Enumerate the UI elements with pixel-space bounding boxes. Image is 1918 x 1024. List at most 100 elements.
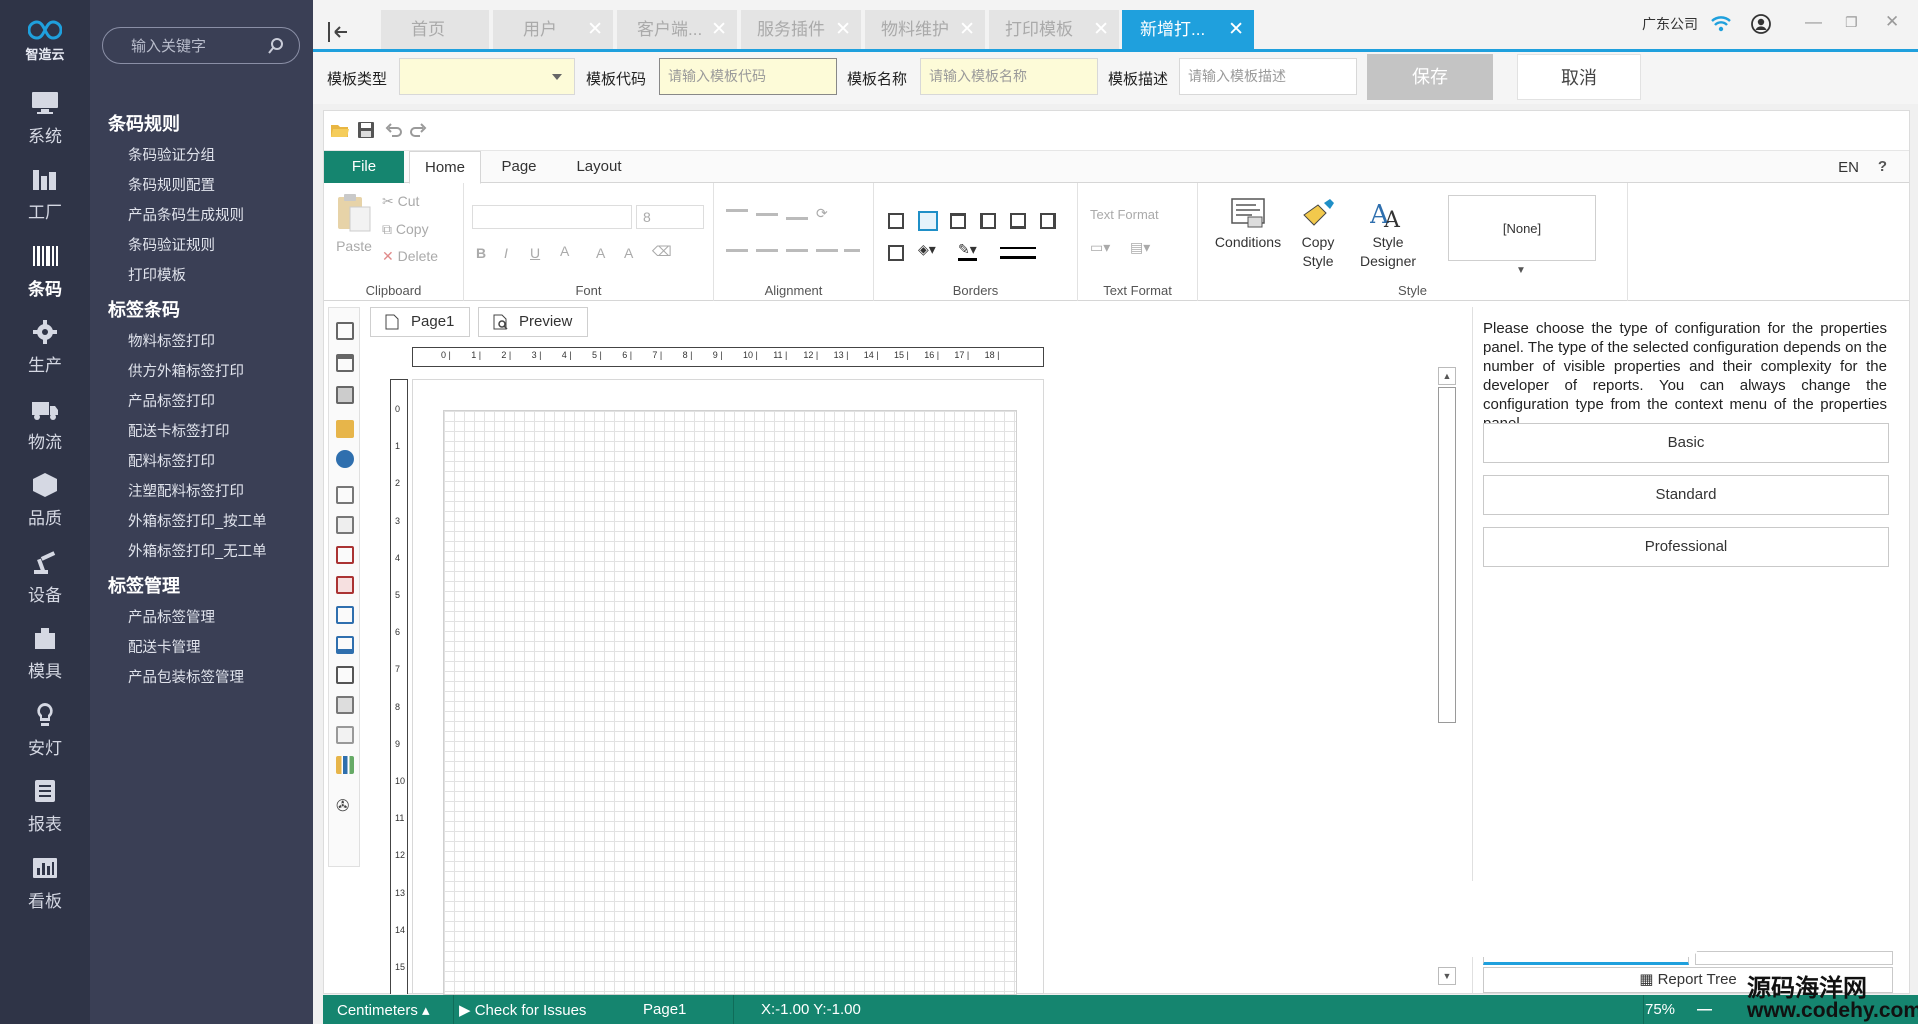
standard-config-button[interactable]: Standard (1483, 475, 1889, 515)
gallery-more-icon[interactable]: ▼ (1516, 265, 1526, 276)
copy-style-button[interactable]: Copy Style (1290, 197, 1346, 271)
border-top-icon[interactable] (950, 213, 966, 229)
template-code-input[interactable]: 请输入模板代码 (659, 58, 837, 95)
tab-client[interactable]: 客户端... ✕ (617, 10, 737, 49)
save-button[interactable]: 保存 (1367, 54, 1493, 100)
dictionary-tab[interactable] (1695, 951, 1893, 965)
rail-item-quality[interactable]: 品质 (0, 463, 90, 540)
rail-item-equipment[interactable]: 设备 (0, 539, 90, 616)
menu-item[interactable]: 产品条码生成规则 (90, 201, 313, 231)
collapse-sidebar-icon[interactable] (327, 22, 351, 42)
image-icon[interactable] (336, 726, 354, 744)
paste-button[interactable]: Paste (332, 193, 376, 256)
ribbon-tab-file[interactable]: File (324, 151, 404, 183)
border-bottom-icon[interactable] (1010, 213, 1026, 229)
font-family-select[interactable] (472, 205, 632, 229)
ribbon-tab-home[interactable]: Home (409, 151, 481, 184)
word-wrap-icon[interactable] (844, 249, 860, 252)
menu-item[interactable]: 配料标签打印 (90, 447, 313, 477)
scroll-up-icon[interactable]: ▲ (1438, 367, 1456, 385)
barcode-component-icon[interactable] (336, 696, 354, 714)
close-icon[interactable]: ✕ (711, 10, 727, 49)
copy-button[interactable]: ⧉ Copy (382, 221, 429, 238)
tab-home[interactable]: 首页 (381, 10, 489, 49)
menu-item[interactable]: 产品包装标签管理 (90, 663, 313, 693)
user-avatar-icon[interactable] (1751, 14, 1771, 34)
underline-button[interactable]: U (530, 245, 540, 261)
menu-search-box[interactable]: 输入关键字 (102, 27, 300, 64)
redo-icon[interactable] (408, 120, 428, 140)
text-in-cells-icon[interactable] (336, 546, 354, 564)
bold-button[interactable]: B (476, 245, 486, 261)
header-band-icon[interactable] (336, 354, 354, 372)
tab-print-template[interactable]: 打印模板 ✕ (989, 10, 1119, 49)
close-icon[interactable]: ✕ (1228, 10, 1244, 49)
tab-new-print-template[interactable]: 新增打... ✕ (1122, 10, 1254, 49)
text-icon[interactable] (336, 486, 354, 504)
tab-users[interactable]: 用户 ✕ (493, 10, 613, 49)
cancel-button[interactable]: 取消 (1517, 54, 1641, 100)
menu-item[interactable]: 条码规则配置 (90, 171, 313, 201)
ribbon-tab-layout[interactable]: Layout (559, 151, 639, 183)
rail-item-production[interactable]: 生产 (0, 310, 90, 387)
menu-item[interactable]: 注塑配料标签打印 (90, 477, 313, 507)
rail-item-dashboard[interactable]: 看板 (0, 845, 90, 922)
menu-item[interactable]: 产品标签管理 (90, 603, 313, 633)
shrink-font-button[interactable]: A (624, 245, 633, 261)
rail-item-report[interactable]: 报表 (0, 769, 90, 846)
window-close-icon[interactable]: ✕ (1885, 12, 1899, 32)
system-text-icon[interactable] (336, 576, 354, 594)
component-icon[interactable] (336, 450, 354, 468)
tab-service-plugins[interactable]: 服务插件 ✕ (741, 10, 861, 49)
menu-item[interactable]: 外箱标签打印_无工单 (90, 537, 313, 567)
style-designer-button[interactable]: AA Style Designer (1348, 197, 1428, 271)
delete-button[interactable]: ✕ Delete (382, 248, 438, 265)
conditions-button[interactable]: Conditions (1208, 197, 1288, 252)
menu-search-input[interactable]: 输入关键字 (131, 35, 267, 56)
rail-item-logistics[interactable]: 物流 (0, 386, 90, 463)
check-issues-button[interactable]: ▶ Check for Issues (459, 1001, 586, 1019)
align-bottom-icon[interactable] (786, 217, 808, 220)
align-left-icon[interactable] (726, 249, 748, 252)
template-desc-input[interactable]: 请输入模板描述 (1179, 58, 1357, 95)
italic-button[interactable]: I (504, 245, 508, 261)
border-none-icon[interactable] (918, 211, 938, 231)
tools-icon[interactable]: ✇ (336, 798, 354, 816)
border-outline-icon[interactable] (888, 245, 904, 261)
close-icon[interactable]: ✕ (959, 10, 975, 49)
align-center-icon[interactable] (756, 249, 778, 252)
professional-config-button[interactable]: Professional (1483, 527, 1889, 567)
border-color-icon[interactable]: ✎▾ (958, 241, 977, 261)
align-middle-icon[interactable] (756, 213, 778, 216)
number-format-icon[interactable]: ▤▾ (1130, 239, 1150, 256)
menu-item[interactable]: 配送卡标签打印 (90, 417, 313, 447)
border-right-icon[interactable] (1040, 213, 1056, 229)
text-format-button[interactable]: Text Format (1090, 207, 1159, 222)
close-icon[interactable]: ✕ (835, 10, 851, 49)
menu-item[interactable]: 产品标签打印 (90, 387, 313, 417)
cut-button[interactable]: ✂ Cut (382, 193, 419, 210)
basic-config-button[interactable]: Basic (1483, 423, 1889, 463)
save-icon[interactable] (356, 120, 376, 140)
maximize-icon[interactable]: ❐ (1845, 14, 1858, 31)
undo-icon[interactable] (384, 120, 404, 140)
format-painter-icon[interactable]: ▭▾ (1090, 239, 1110, 256)
band-icon[interactable] (336, 322, 354, 340)
open-folder-icon[interactable] (330, 120, 350, 140)
menu-item[interactable]: 打印模板 (90, 261, 313, 291)
rail-item-barcode[interactable]: 条码 (0, 233, 90, 310)
ribbon-tab-page[interactable]: Page (489, 151, 549, 183)
design-grid[interactable] (443, 410, 1017, 995)
menu-item[interactable]: 物料标签打印 (90, 327, 313, 357)
cross-band-icon[interactable] (336, 420, 354, 438)
shape-icon[interactable] (336, 666, 354, 684)
rotate-icon[interactable]: ⟳ (816, 205, 828, 222)
close-icon[interactable]: ✕ (1093, 10, 1109, 49)
help-icon[interactable]: ? (1878, 158, 1887, 175)
close-icon[interactable]: ✕ (587, 10, 603, 49)
menu-item[interactable]: 条码验证分组 (90, 141, 313, 171)
clear-format-icon[interactable]: ⌫ (652, 243, 672, 260)
report-page[interactable] (412, 379, 1044, 995)
font-size-select[interactable]: 8 (636, 205, 704, 229)
template-type-select[interactable] (399, 58, 575, 95)
